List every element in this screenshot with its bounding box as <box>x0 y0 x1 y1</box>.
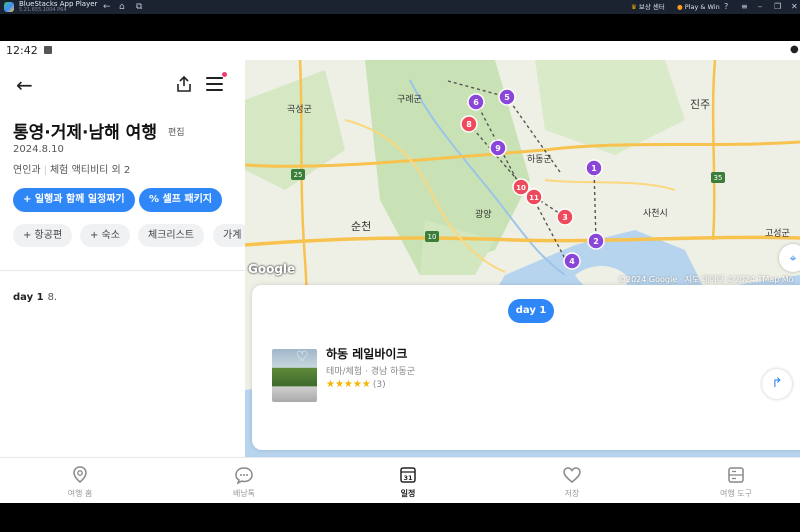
tools-icon <box>728 467 744 483</box>
map-marker-1[interactable]: 1 <box>585 159 603 177</box>
svg-text:10: 10 <box>516 184 526 192</box>
emulator-version: 5.21.655.1004 P64 <box>19 7 67 13</box>
place-category: 테마/체험 · 경남 하동군 <box>326 367 415 377</box>
trip-panel: ← 통영·거제·남해 여행 편집 2024.8.10 연인과 | 체험 액티비티 외… <box>0 60 252 457</box>
notification-icon <box>44 46 52 54</box>
svg-text:11: 11 <box>529 194 539 202</box>
map-label-goseong: 고성군 <box>765 228 790 239</box>
nav-travel-tools[interactable]: 여행 도구 <box>686 458 786 504</box>
calendar-icon: 31 <box>400 467 416 483</box>
highway-shield-35: 35 <box>714 174 723 182</box>
place-thumbnail[interactable] <box>272 349 317 402</box>
map-marker-2[interactable]: 2 <box>587 232 605 250</box>
trip-date: 2024.8.10 <box>13 144 64 155</box>
highway-shield-10: 10 <box>428 233 437 241</box>
share-icon[interactable] <box>175 75 193 93</box>
svg-text:5: 5 <box>504 93 510 102</box>
map-label-jinju: 진주 <box>690 98 710 111</box>
edit-link[interactable]: 편집 <box>168 125 185 138</box>
restore-icon[interactable]: ❐ <box>774 1 781 13</box>
location-pin-icon <box>73 466 87 483</box>
map-marker-9[interactable]: 9 <box>489 139 507 157</box>
coin-icon: ● <box>677 3 683 11</box>
menu-icon[interactable]: ≡ <box>741 1 748 13</box>
percent-icon: % <box>149 194 160 205</box>
map-label-suncheon: 순천 <box>351 219 371 233</box>
map-marker-11[interactable]: 11 <box>525 188 543 206</box>
status-indicator-icon: ● <box>790 44 799 55</box>
svg-text:4: 4 <box>569 257 575 266</box>
svg-text:31: 31 <box>403 474 413 482</box>
home-icon[interactable]: ⌂ <box>119 1 125 13</box>
trip-title: 통영·거제·남해 여행 <box>13 123 157 143</box>
chat-bubble-icon <box>235 467 253 485</box>
place-rating: ★★★★★ (3) <box>326 379 386 390</box>
svg-text:1: 1 <box>591 164 597 173</box>
svg-text:6: 6 <box>473 98 479 107</box>
play-win-button[interactable]: ● Play & Win <box>677 1 720 13</box>
top-letterbox <box>0 14 800 41</box>
bottom-navigation: 여행 홈 배낭톡 31 일정 저장 여행 도구 <box>0 457 800 504</box>
review-count: (3) <box>372 380 386 390</box>
back-arrow-icon[interactable]: ← <box>103 1 111 13</box>
day-pill[interactable]: day 1 <box>508 299 554 323</box>
my-location-icon[interactable]: ⌖ <box>779 244 800 272</box>
crown-icon: ♛ <box>631 3 637 11</box>
map-label-gurye: 구례군 <box>397 94 422 105</box>
svg-text:3: 3 <box>562 213 568 222</box>
day-heading: day 1 8. <box>13 292 58 303</box>
svg-text:9: 9 <box>495 144 501 153</box>
highway-shield-25: 25 <box>294 171 303 179</box>
status-time: 12:42 <box>6 44 38 57</box>
day-schedule-card: day 1 ♡ 하동 레일바이크 테마/체험 · 경남 하동군 ★★★★★ (3)… <box>252 285 800 450</box>
multi-instance-icon[interactable]: ⧉ <box>136 1 142 13</box>
heart-icon <box>563 467 581 483</box>
help-icon[interactable]: ? <box>724 1 728 13</box>
map-label-gokseong: 곡성군 <box>287 104 312 115</box>
add-flight-chip[interactable]: + 항공편 <box>13 224 73 247</box>
heart-icon[interactable]: ♡ <box>296 350 309 364</box>
map-marker-5[interactable]: 5 <box>498 88 516 106</box>
bottom-letterbox <box>0 503 800 532</box>
status-bar: 12:42 ● <box>0 41 800 60</box>
map-label-hadong: 하동군 <box>527 154 552 165</box>
add-lodging-chip[interactable]: + 숙소 <box>80 224 130 247</box>
plan-with-companions-button[interactable]: + 일행과 함께 일정짜기 <box>13 188 135 212</box>
trip-meta: 연인과 | 체험 액티비티 외 2 <box>13 165 131 176</box>
map-marker-6[interactable]: 6 <box>467 93 485 111</box>
reward-center-button[interactable]: ♛ 보상 센터 <box>631 1 665 13</box>
map-marker-4[interactable]: 4 <box>563 252 581 270</box>
minimize-icon[interactable]: – <box>758 1 762 13</box>
route-icon[interactable]: ↱ <box>762 369 792 399</box>
google-logo: Google <box>248 262 296 276</box>
emulator-title-bar: BlueStacks App Player 5.21.655.1004 P64 … <box>0 0 800 14</box>
nav-backpack-talk[interactable]: 배낭톡 <box>194 458 294 504</box>
nav-schedule[interactable]: 31 일정 <box>358 458 458 504</box>
svg-text:2: 2 <box>593 237 599 246</box>
self-package-button[interactable]: % 셀프 패키지 <box>139 188 222 212</box>
trip-companion: 연인과 <box>13 165 41 176</box>
map-marker-8[interactable]: 8 <box>460 115 478 133</box>
trip-theme: 체험 액티비티 외 2 <box>49 165 131 176</box>
section-divider <box>0 270 245 271</box>
bluestacks-logo-icon <box>4 2 14 12</box>
map-label-sacheon: 사천시 <box>643 208 668 219</box>
back-arrow-icon[interactable]: ← <box>16 74 33 96</box>
svg-text:8: 8 <box>466 120 472 129</box>
nav-trip-home[interactable]: 여행 홈 <box>30 458 130 504</box>
map-attribution[interactable]: ©2024 Google · 지도 데이터 ©2024 TMap Mo <box>618 274 794 285</box>
nav-saved[interactable]: 저장 <box>522 458 622 504</box>
notification-badge <box>222 72 227 77</box>
map-label-gwangyang: 광양 <box>475 208 492 220</box>
close-icon[interactable]: ✕ <box>791 1 798 13</box>
star-rating-icon: ★★★★★ <box>326 379 371 390</box>
hamburger-icon[interactable] <box>206 77 223 91</box>
map-marker-3[interactable]: 3 <box>556 208 574 226</box>
checklist-chip[interactable]: 체크리스트 <box>138 224 204 247</box>
place-name[interactable]: 하동 레일바이크 <box>326 345 407 362</box>
